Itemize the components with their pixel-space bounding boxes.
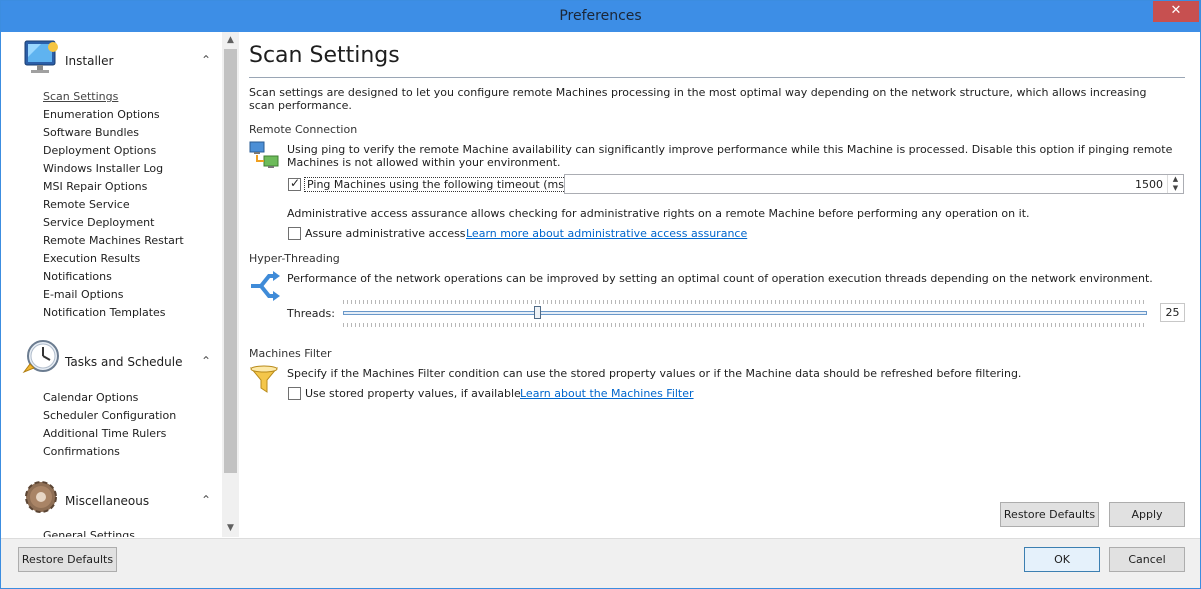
title-bar[interactable]: Preferences ✕ <box>1 1 1200 32</box>
sidebar-item-deployment-options[interactable]: Deployment Options <box>43 144 156 157</box>
slider-ticks-top <box>343 300 1147 304</box>
admin-access-learn-more-link[interactable]: Learn more about administrative access a… <box>466 227 747 240</box>
chevron-up-icon[interactable]: ⌃ <box>201 53 211 67</box>
group-installer[interactable]: Installer ⌃ <box>21 37 221 81</box>
threads-arrows-icon <box>251 271 280 301</box>
filter-description: Specify if the Machines Filter condition… <box>287 367 1022 380</box>
spin-buttons[interactable]: ▲ ▼ <box>1167 175 1183 193</box>
group-label: Miscellaneous <box>65 494 150 508</box>
timeout-value[interactable]: 1500 <box>1135 178 1163 191</box>
sidebar-item-email-options[interactable]: E-mail Options <box>43 288 123 301</box>
sidebar-item-remote-service[interactable]: Remote Service <box>43 198 130 211</box>
scroll-thumb[interactable] <box>224 49 237 473</box>
title-divider <box>249 77 1185 78</box>
ping-checkbox[interactable] <box>288 176 301 191</box>
stored-values-checkbox[interactable] <box>288 387 301 400</box>
group-label: Installer <box>65 54 114 68</box>
sidebar-item-additional-time-rulers[interactable]: Additional Time Rulers <box>43 427 166 440</box>
ok-button[interactable]: OK <box>1024 547 1100 572</box>
sidebar-item-execution-results[interactable]: Execution Results <box>43 252 140 265</box>
settings-panel: Scan Settings Scan settings are designed… <box>240 32 1200 537</box>
stored-values-label[interactable]: Use stored property values, if available <box>305 387 521 400</box>
threads-value: 25 <box>1160 303 1185 322</box>
timeout-spinbox[interactable]: 1500 ▲ ▼ <box>564 174 1184 194</box>
preferences-window: Preferences ✕ Installer ⌃ Scan Settings … <box>0 0 1201 589</box>
sidebar-item-scheduler-configuration[interactable]: Scheduler Configuration <box>43 409 176 422</box>
page-title: Scan Settings <box>249 43 400 68</box>
section-machines-filter: Machines Filter <box>249 347 332 360</box>
machines-filter-learn-link[interactable]: Learn about the Machines Filter <box>520 387 694 400</box>
intro-text: Scan settings are designed to let you co… <box>249 86 1147 112</box>
network-computers-icon <box>249 141 279 168</box>
admin-access-label[interactable]: Assure administrative access <box>305 227 466 240</box>
sidebar-item-enumeration-options[interactable]: Enumeration Options <box>43 108 160 121</box>
dialog-footer: Restore Defaults OK Cancel <box>1 538 1200 588</box>
section-hyper-threading: Hyper-Threading <box>249 252 340 265</box>
close-button[interactable]: ✕ <box>1153 1 1199 22</box>
sidebar-item-msi-repair-options[interactable]: MSI Repair Options <box>43 180 147 193</box>
ping-description: Using ping to verify the remote Machine … <box>287 143 1173 169</box>
group-tasks-and-schedule[interactable]: Tasks and Schedule ⌃ <box>21 338 221 382</box>
scroll-up-icon[interactable]: ▲ <box>222 32 239 49</box>
sidebar-item-software-bundles[interactable]: Software Bundles <box>43 126 139 139</box>
sidebar-item-remote-machines-restart[interactable]: Remote Machines Restart <box>43 234 184 247</box>
threads-slider[interactable] <box>343 311 1147 315</box>
ping-checkbox-label[interactable]: Ping Machines using the following timeou… <box>304 177 579 192</box>
sidebar-item-windows-installer-log[interactable]: Windows Installer Log <box>43 162 163 175</box>
threads-slider-thumb[interactable] <box>534 306 541 319</box>
spin-up-icon[interactable]: ▲ <box>1168 175 1183 184</box>
admin-access-checkbox[interactable] <box>288 227 301 240</box>
monitor-icon <box>24 40 58 73</box>
gear-icon <box>25 481 57 513</box>
sidebar-item-service-deployment[interactable]: Service Deployment <box>43 216 154 229</box>
sidebar-item-general-settings[interactable]: General Settings <box>43 529 135 537</box>
filter-funnel-icon <box>249 365 279 393</box>
threads-description: Performance of the network operations ca… <box>287 272 1153 285</box>
sidebar-item-confirmations[interactable]: Confirmations <box>43 445 120 458</box>
section-remote-connection: Remote Connection <box>249 123 358 136</box>
spin-down-icon[interactable]: ▼ <box>1168 184 1183 193</box>
chevron-up-icon[interactable]: ⌃ <box>201 354 211 368</box>
apply-button[interactable]: Apply <box>1109 502 1185 527</box>
slider-ticks-bottom <box>343 323 1147 327</box>
cancel-button[interactable]: Cancel <box>1109 547 1185 572</box>
sidebar-item-notification-templates[interactable]: Notification Templates <box>43 306 166 319</box>
sidebar-item-notifications[interactable]: Notifications <box>43 270 112 283</box>
group-label: Tasks and Schedule <box>65 355 183 369</box>
group-miscellaneous[interactable]: Miscellaneous ⌃ <box>21 477 221 521</box>
clock-icon <box>22 340 59 374</box>
sidebar-item-calendar-options[interactable]: Calendar Options <box>43 391 138 404</box>
panel-restore-defaults-button[interactable]: Restore Defaults <box>1000 502 1099 527</box>
sidebar-scrollbar[interactable]: ▲ ▼ <box>222 32 239 537</box>
window-title: Preferences <box>559 8 642 24</box>
chevron-up-icon[interactable]: ⌃ <box>201 493 211 507</box>
footer-restore-defaults-button[interactable]: Restore Defaults <box>18 547 117 572</box>
scroll-down-icon[interactable]: ▼ <box>222 520 239 537</box>
threads-label: Threads: <box>287 307 335 320</box>
sidebar-item-scan-settings[interactable]: Scan Settings <box>43 90 118 103</box>
admin-description: Administrative access assurance allows c… <box>287 207 1030 220</box>
sidebar: Installer ⌃ Scan Settings Enumeration Op… <box>11 32 239 537</box>
